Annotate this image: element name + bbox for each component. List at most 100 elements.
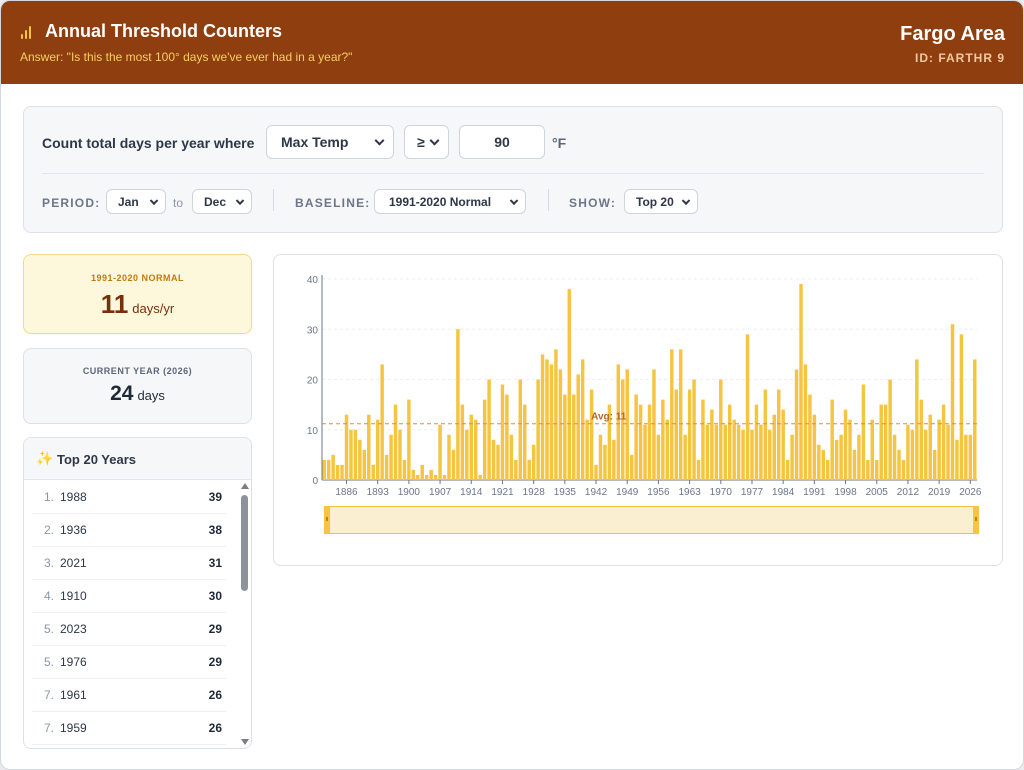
list-item[interactable]: 7. 1959 26 [32, 712, 226, 745]
range-brush[interactable] [324, 506, 979, 534]
chevron-down-icon [681, 196, 691, 205]
bar-1969 [714, 424, 719, 480]
scroll-up-arrow-icon[interactable] [241, 483, 249, 489]
normal-card: 1991-2020 NORMAL 11 days/yr [23, 254, 252, 334]
bar-1931 [545, 359, 549, 480]
bar-1893 [375, 419, 380, 480]
bar-1983 [776, 389, 781, 480]
period-to-value: Dec [204, 194, 227, 209]
bar-1924 [514, 459, 518, 480]
bar-2027 [973, 359, 977, 480]
bar-1993 [821, 449, 826, 480]
day-count: 31 [208, 556, 222, 570]
x-tick-label: 1928 [523, 487, 546, 498]
bar-1958 [665, 419, 670, 480]
bar-1898 [398, 429, 402, 480]
bar-1939 [580, 359, 585, 480]
list-item[interactable]: 4. 1910 30 [32, 580, 226, 613]
average-label: Avg: 11 [591, 412, 627, 423]
divider [42, 173, 984, 174]
current-card-label: CURRENT YEAR (2026) [82, 366, 193, 376]
x-tick-label: 1984 [772, 487, 795, 498]
bar-1952 [638, 404, 643, 480]
bar-2019 [937, 419, 941, 480]
bar-2026 [968, 434, 973, 480]
bar-1881 [322, 459, 326, 480]
header-bar: Annual Threshold Counters Answer: "Is th… [1, 1, 1023, 84]
app-window: Annual Threshold Counters Answer: "Is th… [0, 0, 1024, 770]
bar-1981 [768, 429, 772, 480]
bar-1895 [384, 454, 389, 480]
operator-select[interactable]: ≥ [404, 125, 449, 159]
bar-1926 [523, 404, 527, 480]
bar-2018 [932, 449, 937, 480]
bar-1994 [825, 459, 830, 480]
bar-1910 [451, 449, 456, 480]
list-item[interactable]: 7. 1961 26 [32, 679, 226, 712]
baseline-select[interactable]: 1991-2020 Normal [374, 189, 526, 214]
day-count: 29 [208, 622, 222, 636]
day-count: 26 [208, 688, 222, 702]
scrollbar[interactable] [240, 481, 250, 748]
list-item[interactable]: 1. 1988 39 [32, 481, 226, 514]
bar-1913 [465, 429, 469, 480]
x-tick-label: 1921 [491, 487, 514, 498]
list-item[interactable]: 3. 2021 31 [32, 547, 226, 580]
chevron-down-icon [429, 135, 440, 146]
bar-1916 [478, 474, 482, 480]
bar-2014 [915, 359, 919, 480]
bar-1935 [563, 394, 567, 480]
day-count: 30 [208, 589, 222, 603]
x-tick-label: 1991 [803, 487, 826, 498]
brush-handle-left[interactable] [324, 506, 330, 534]
bar-1966 [701, 399, 705, 480]
bar-1932 [549, 364, 554, 480]
x-tick-label: 2005 [866, 487, 889, 498]
variable-select[interactable]: Max Temp [266, 125, 394, 159]
bar-2002 [861, 384, 866, 480]
bar-1961 [678, 349, 683, 480]
day-count: 38 [208, 523, 222, 537]
scroll-down-arrow-icon[interactable] [241, 739, 249, 745]
bar-1885 [340, 464, 344, 480]
show-value: Top 20 [636, 194, 674, 209]
page-title: Annual Threshold Counters [45, 21, 283, 41]
station-id: ID: FARTHR 9 [915, 51, 1005, 65]
bar-chart: 0 10 20 30 40 Avg: 11 1886 1893 1900 1907 1914 1921… [307, 275, 982, 498]
brush-handle-right[interactable] [973, 506, 979, 534]
year: 1936 [60, 523, 87, 537]
list-item[interactable]: 2. 1936 38 [32, 514, 226, 547]
x-tick-label: 1963 [678, 487, 701, 498]
rank: 4. [44, 589, 55, 603]
list-item[interactable]: 5. 1976 29 [32, 646, 226, 679]
bar-1915 [473, 419, 478, 480]
show-select[interactable]: Top 20 [624, 189, 698, 214]
bar-1930 [540, 354, 545, 480]
bar-1903 [420, 464, 424, 480]
scrollbar-thumb[interactable] [241, 495, 248, 591]
bar-1949 [625, 369, 629, 480]
chevron-down-icon [374, 135, 385, 146]
bar-1962 [683, 434, 687, 480]
x-tick-label: 1977 [741, 487, 764, 498]
current-unit: days [137, 388, 165, 403]
threshold-input[interactable]: 90 [459, 125, 545, 159]
bar-1999 [848, 419, 852, 480]
rank: 1. [44, 490, 55, 504]
bar-1967 [705, 424, 710, 480]
period-from-select[interactable]: Jan [106, 189, 166, 214]
year: 1961 [60, 688, 87, 702]
year: 2023 [60, 622, 87, 636]
bar-1940 [585, 419, 589, 480]
top-years-list[interactable]: 1. 1988 39 2. 1936 38 3. 2021 31 4. 1910 30 5. 2023 29… [24, 481, 238, 748]
bar-1921 [500, 384, 505, 480]
period-to-select[interactable]: Dec [192, 189, 252, 214]
bar-1911 [456, 329, 460, 480]
period-from-value: Jan [118, 194, 139, 209]
bar-1909 [447, 434, 451, 480]
bar-chart-icon [21, 25, 35, 39]
bar-1943 [598, 434, 603, 480]
list-item[interactable]: 5. 2023 29 [32, 613, 226, 646]
bar-1890 [362, 449, 367, 480]
bar-2012 [906, 424, 910, 480]
